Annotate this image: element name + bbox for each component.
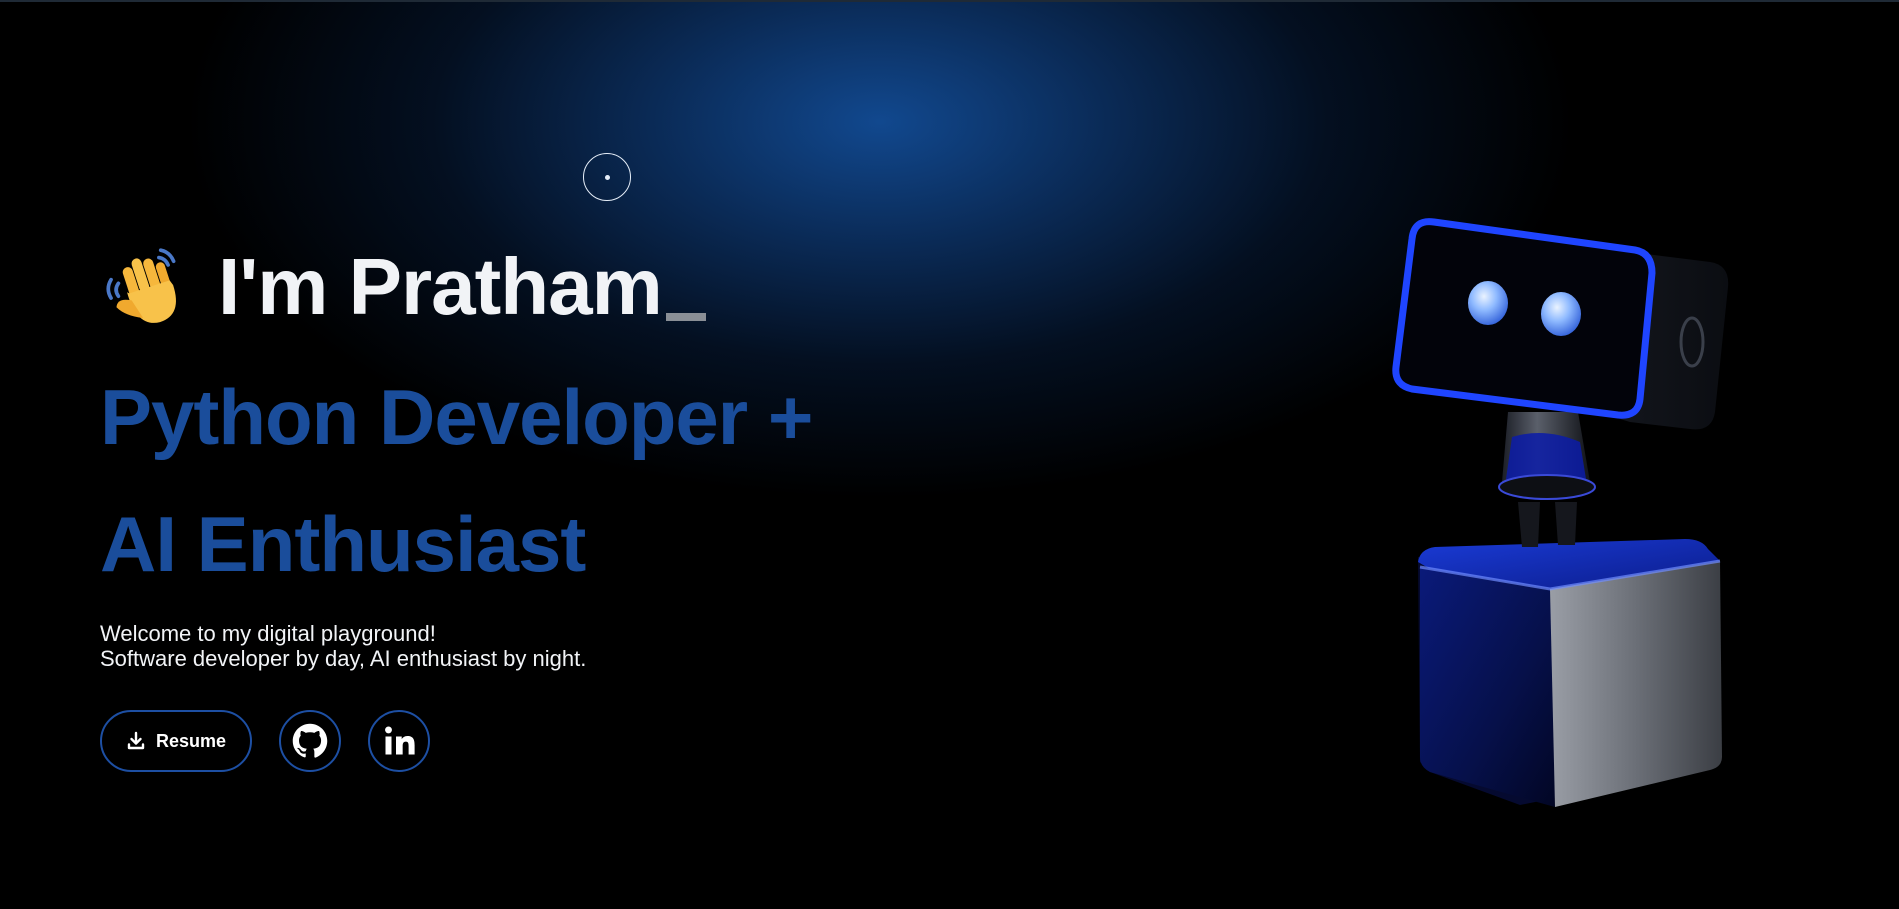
resume-label: Resume: [155, 730, 227, 751]
intro-line-2: Software developer by day, AI enthusiast…: [100, 646, 587, 671]
waving-hand-icon: [106, 248, 176, 323]
greeting: I'm Pratham: [100, 237, 1000, 337]
greeting-name: I'm Pratham: [218, 242, 663, 331]
linkedin-icon: [385, 726, 415, 755]
github-icon: [292, 723, 328, 758]
typing-caret: [665, 313, 706, 321]
cursor-dot: [605, 175, 610, 180]
download-icon: [127, 731, 145, 750]
linkedin-button[interactable]: [368, 710, 430, 772]
custom-cursor: [583, 153, 631, 201]
hero-section: I'm Pratham Python Developer + AI Enthus…: [100, 237, 1000, 772]
page: I'm Pratham Python Developer + AI Enthus…: [0, 0, 1899, 909]
robot-illustration: [1392, 218, 1729, 807]
intro-text: Welcome to my digital playground! Softwa…: [100, 621, 586, 671]
github-button[interactable]: [279, 710, 341, 772]
resume-button[interactable]: Resume: [100, 710, 252, 772]
intro-line-1: Welcome to my digital playground!: [100, 621, 436, 646]
hero-actions: Resume: [100, 710, 430, 772]
headline-line-2: AI Enthusiast: [100, 500, 586, 588]
headline-line-1: Python Developer +: [100, 373, 813, 461]
